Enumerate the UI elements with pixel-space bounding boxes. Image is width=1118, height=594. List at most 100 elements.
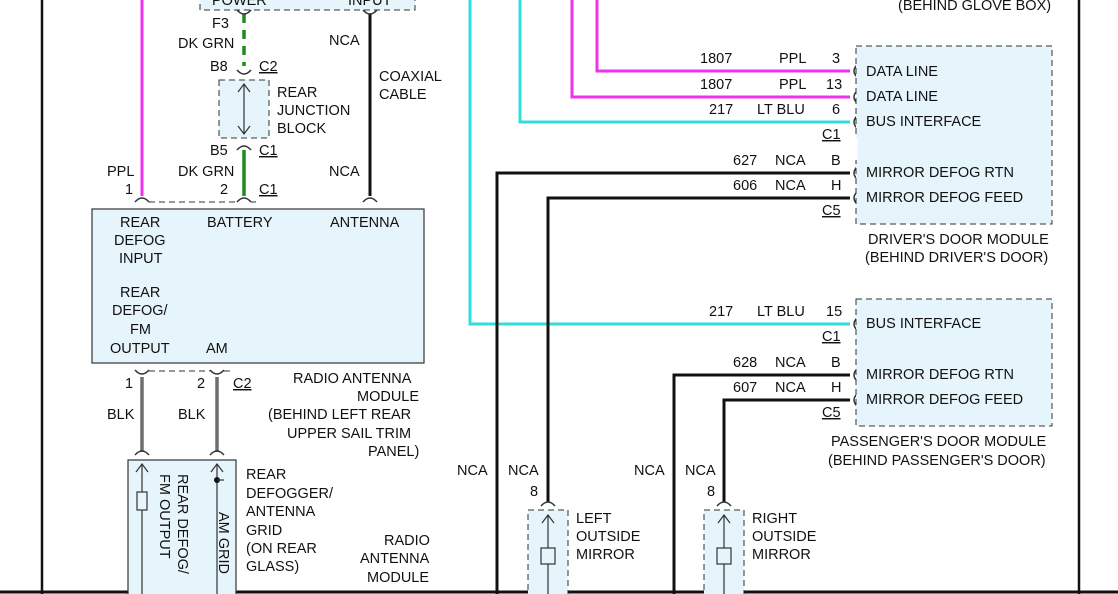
rear-defog-fm-4: OUTPUT bbox=[110, 341, 170, 357]
ddm-w5-circuit: 606 bbox=[733, 178, 757, 194]
ddm-w1-circuit: 1807 bbox=[700, 51, 732, 67]
top-power-input-box: POWER INPUT bbox=[199, 0, 416, 11]
caption-4: UPPER SAIL TRIM bbox=[287, 426, 411, 442]
f3-pin: F3 bbox=[212, 16, 229, 32]
ddm-w4-color: NCA bbox=[775, 153, 806, 169]
right-nca-2: NCA bbox=[685, 463, 716, 479]
pdm-w1-color: LT BLU bbox=[757, 304, 805, 320]
right-mirror-1: RIGHT bbox=[752, 511, 797, 527]
junction-label-2: JUNCTION bbox=[277, 103, 350, 119]
radio-label-3: MODULE bbox=[367, 570, 429, 586]
ddm-caption-1: DRIVER'S DOOR MODULE bbox=[868, 232, 1049, 248]
ddm-c5: C5 bbox=[822, 203, 841, 219]
pdm-caption-1: PASSENGER'S DOOR MODULE bbox=[831, 434, 1047, 450]
left-mirror-2: OUTSIDE bbox=[576, 529, 641, 545]
rear-defogger-grid: REAR DEFOG/ FM OUTPUT AM GRID REAR DEFOG… bbox=[127, 459, 334, 594]
battery-label: BATTERY bbox=[207, 215, 273, 231]
pdm-bus-interface: BUS INTERFACE bbox=[866, 316, 982, 332]
pdm-w2-pin: B bbox=[831, 355, 841, 371]
ddm-bus-interface: BUS INTERFACE bbox=[866, 114, 982, 130]
grid-vertical-am: AM GRID bbox=[215, 512, 231, 574]
junction-label-3: BLOCK bbox=[277, 121, 326, 137]
ddm-c1: C1 bbox=[822, 127, 841, 143]
c1-connector-a: C1 bbox=[259, 143, 278, 159]
blk-wire-2: BLK bbox=[178, 407, 206, 423]
radio-label-1: RADIO bbox=[384, 533, 430, 549]
blk-wire-1: BLK bbox=[107, 407, 135, 423]
pdm-c5: C5 bbox=[822, 405, 841, 421]
ddm-w1-color: PPL bbox=[779, 51, 806, 67]
right-pin: 8 bbox=[707, 484, 715, 500]
ppl-wire-label: PPL bbox=[107, 164, 134, 180]
ddm-w1-pin: 3 bbox=[832, 51, 840, 67]
passenger-door-wire-labels: 217 LT BLU 15 C1 628 NCA B 607 NCA H C5 bbox=[709, 304, 842, 421]
drivers-door-wire-labels: 1807 PPL 3 1807 PPL 13 217 LT BLU 6 C1 6… bbox=[700, 51, 842, 219]
drivers-door-module: DATA LINE DATA LINE BUS INTERFACE MIRROR… bbox=[854, 45, 1053, 266]
grid-vertical-2: FM OUTPUT bbox=[156, 474, 172, 559]
right-mirror-3: MIRROR bbox=[752, 547, 811, 563]
rear-defog-fm-1: REAR bbox=[120, 285, 160, 301]
pdm-w3-circuit: 607 bbox=[733, 380, 757, 396]
grid-label-5: (ON REAR bbox=[246, 541, 317, 557]
c2-connector: C2 bbox=[259, 59, 278, 75]
caption-3: (BEHIND LEFT REAR bbox=[268, 407, 411, 423]
power-label: POWER bbox=[212, 0, 267, 9]
left-pin: 8 bbox=[530, 484, 538, 500]
rear-junction-block: REAR JUNCTION BLOCK bbox=[218, 79, 350, 139]
pdm-c1: C1 bbox=[822, 329, 841, 345]
rear-defog-input-3: INPUT bbox=[119, 251, 163, 267]
grid-label-6: GLASS) bbox=[246, 559, 299, 575]
ddm-w5-pin: H bbox=[831, 178, 841, 194]
nca-antenna: NCA bbox=[329, 164, 360, 180]
ddm-w3-color: LT BLU bbox=[757, 102, 805, 118]
ddm-w5-color: NCA bbox=[775, 178, 806, 194]
behind-glove-box: (BEHIND GLOVE BOX) bbox=[898, 0, 1051, 14]
pdm-mirror-rtn: MIRROR DEFOG RTN bbox=[866, 367, 1014, 383]
radio-antenna-module-lower: RADIO ANTENNA MODULE bbox=[360, 533, 430, 586]
passengers-door-module: BUS INTERFACE MIRROR DEFOG RTN MIRROR DE… bbox=[828, 298, 1053, 469]
ddm-data-line-2: DATA LINE bbox=[866, 89, 938, 105]
left-nca-1: NCA bbox=[457, 463, 488, 479]
pdm-w1-pin: 15 bbox=[826, 304, 842, 320]
rear-defog-fm-2: DEFOG/ bbox=[112, 303, 169, 319]
b8-pin: B8 bbox=[210, 59, 228, 75]
ddm-w4-pin: B bbox=[831, 153, 841, 169]
pdm-w1-circuit: 217 bbox=[709, 304, 733, 320]
ddm-w4-circuit: 627 bbox=[733, 153, 757, 169]
ddm-w3-circuit: 217 bbox=[709, 102, 733, 118]
radio-antenna-module: REAR DEFOG INPUT BATTERY ANTENNA REAR DE… bbox=[91, 208, 425, 364]
cable-label: CABLE bbox=[379, 87, 427, 103]
grid-label-1: REAR bbox=[246, 467, 286, 483]
pdm-w3-color: NCA bbox=[775, 380, 806, 396]
caption-2: MODULE bbox=[357, 389, 419, 405]
module-pin-2: 2 bbox=[197, 376, 205, 392]
pdm-w3-pin: H bbox=[831, 380, 841, 396]
radio-antenna-caption: RADIO ANTENNA MODULE (BEHIND LEFT REAR U… bbox=[268, 371, 419, 460]
ddm-w2-pin: 13 bbox=[826, 77, 842, 93]
ddm-mirror-rtn: MIRROR DEFOG RTN bbox=[866, 165, 1014, 181]
grid-vertical-1: REAR DEFOG/ bbox=[174, 474, 190, 575]
right-nca-1: NCA bbox=[634, 463, 665, 479]
junction-label-1: REAR bbox=[277, 85, 317, 101]
grid-label-3: ANTENNA bbox=[246, 504, 316, 520]
pdm-caption-2: (BEHIND PASSENGER'S DOOR) bbox=[828, 453, 1046, 469]
grid-label-2: DEFOGGER/ bbox=[246, 486, 334, 502]
caption-5: PANEL) bbox=[368, 444, 419, 460]
ddm-w3-pin: 6 bbox=[832, 102, 840, 118]
pdm-mirror-feed: MIRROR DEFOG FEED bbox=[866, 392, 1023, 408]
rear-defog-input-2: DEFOG bbox=[114, 233, 166, 249]
grid-label-4: GRID bbox=[246, 523, 282, 539]
module-c2-connector: 1 2 C2 bbox=[125, 369, 252, 392]
ddm-mirror-feed: MIRROR DEFOG FEED bbox=[866, 190, 1023, 206]
wiring-diagram: POWER INPUT REAR JUNCTION BLOCK F3 DK GR… bbox=[0, 0, 1118, 594]
rear-defog-input-1: REAR bbox=[120, 215, 160, 231]
ddm-data-line-1: DATA LINE bbox=[866, 64, 938, 80]
left-nca-2: NCA bbox=[508, 463, 539, 479]
b5-pin: B5 bbox=[210, 143, 228, 159]
dk-grn-low: DK GRN bbox=[178, 164, 234, 180]
pdm-w2-circuit: 628 bbox=[733, 355, 757, 371]
ddm-w2-color: PPL bbox=[779, 77, 806, 93]
caption-1: RADIO ANTENNA bbox=[293, 371, 412, 387]
left-mirror-3: MIRROR bbox=[576, 547, 635, 563]
radio-label-2: ANTENNA bbox=[360, 551, 430, 567]
